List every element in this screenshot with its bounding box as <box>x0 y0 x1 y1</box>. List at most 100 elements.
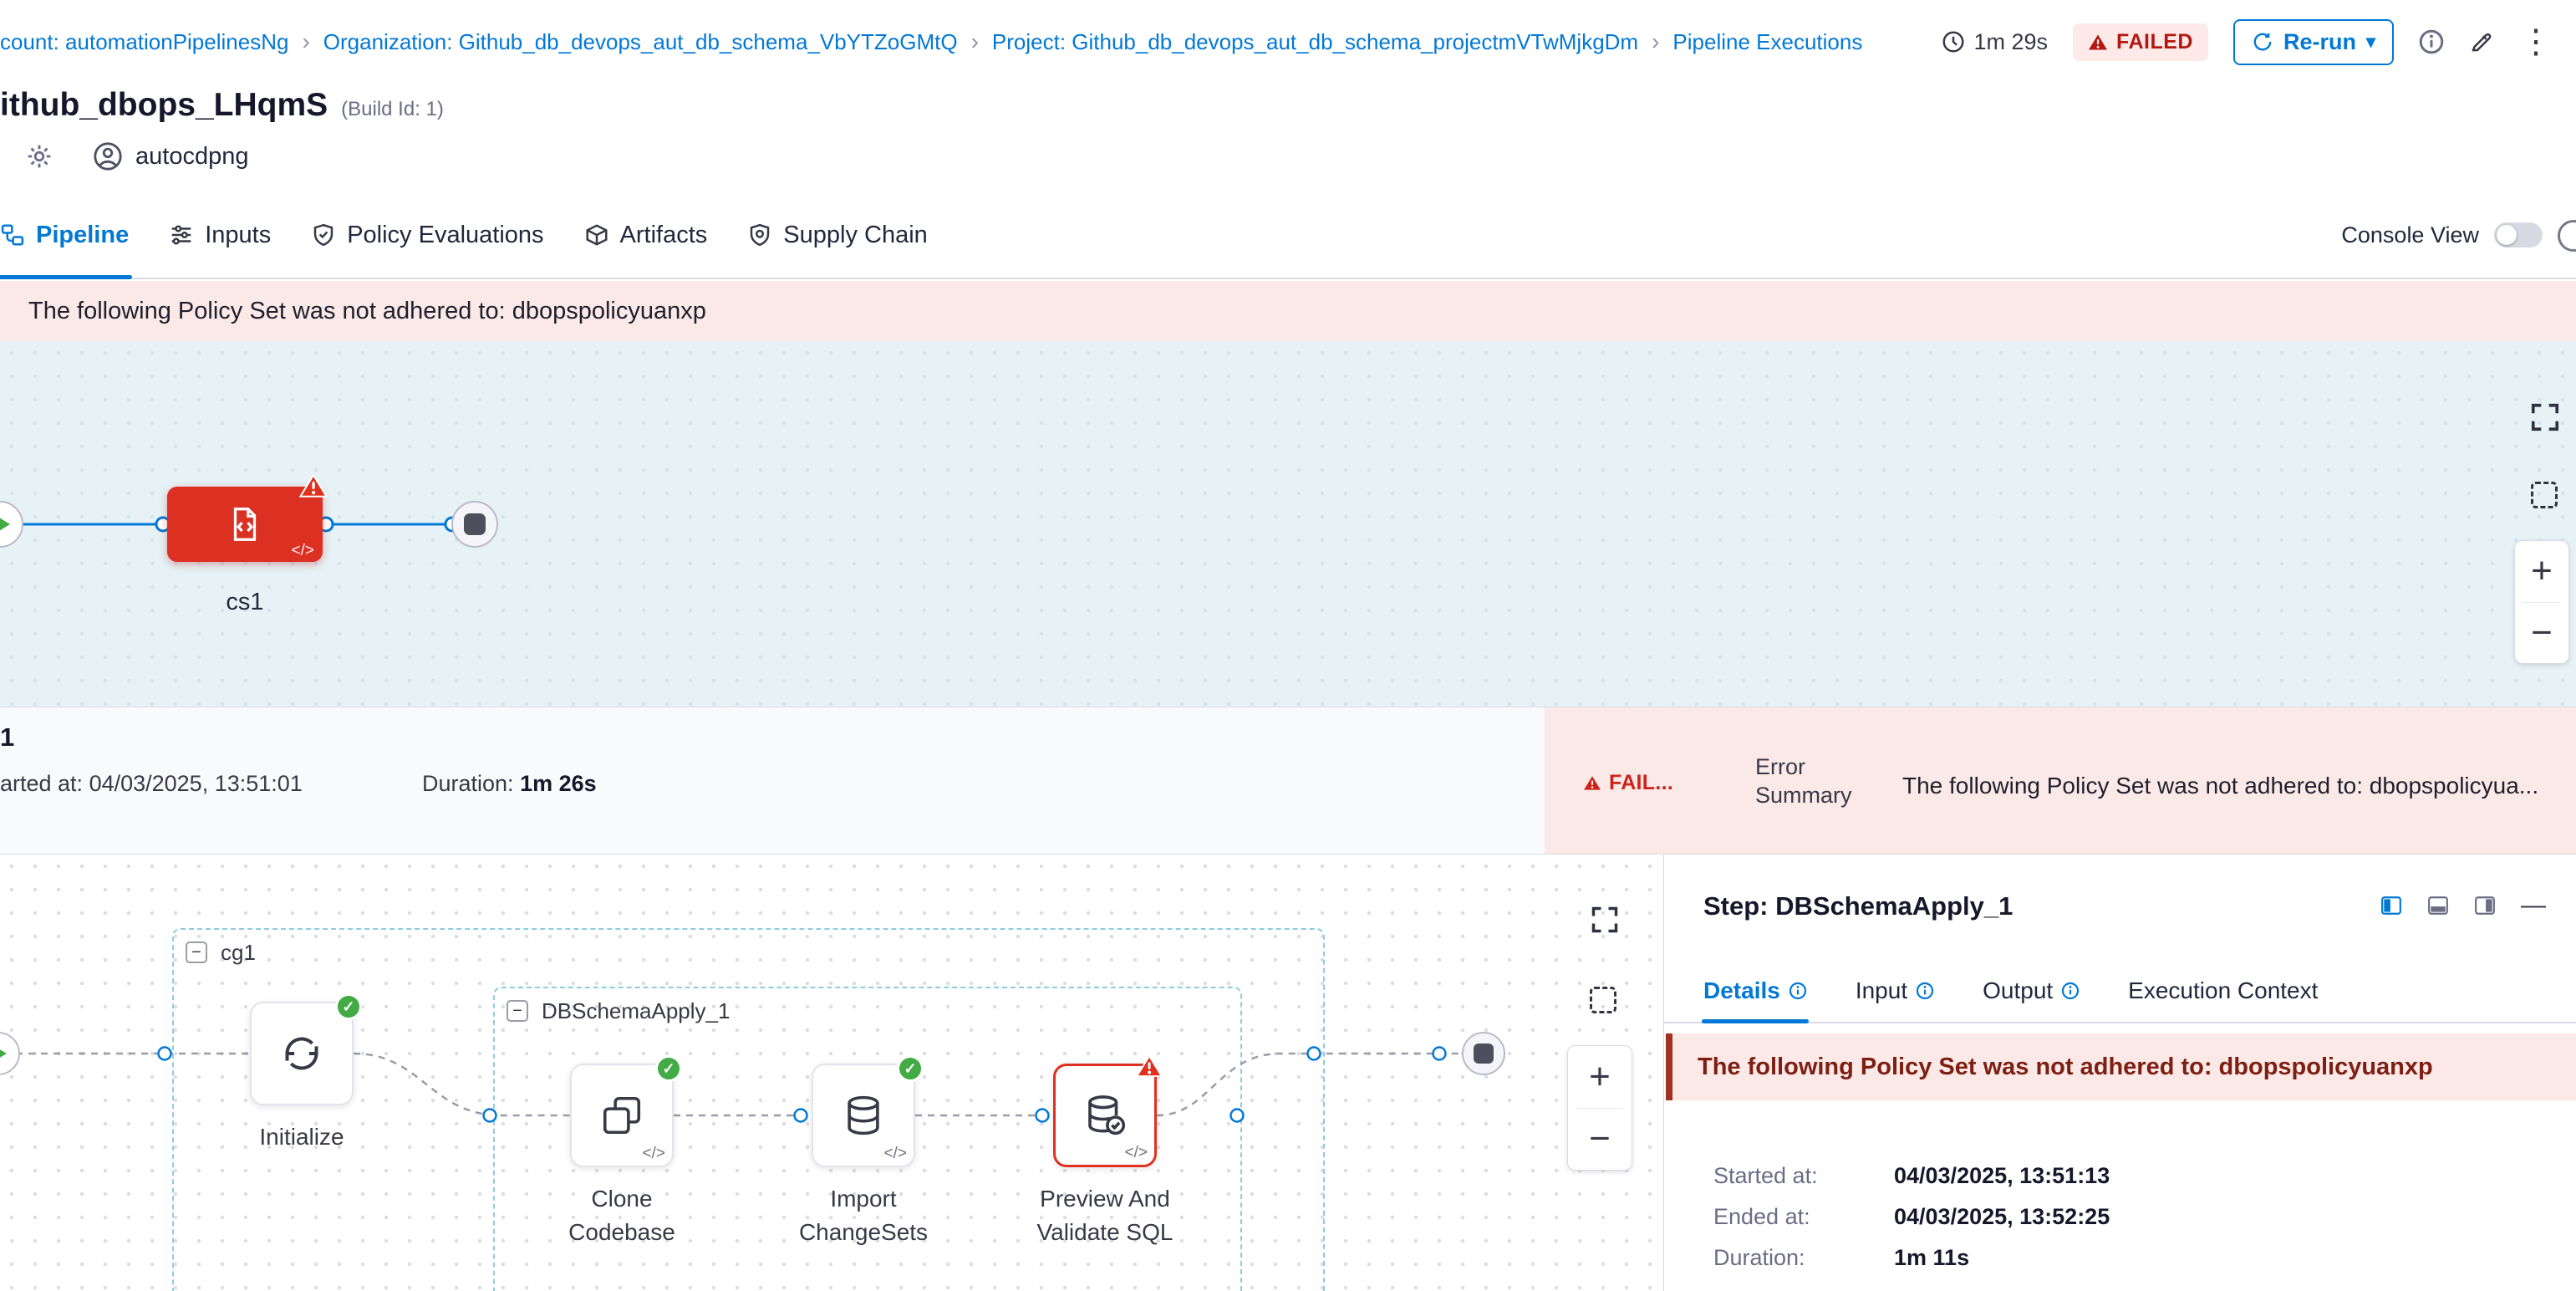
tab-supply-chain-label: Supply Chain <box>783 222 928 249</box>
zoom-out-button[interactable]: − <box>1568 1109 1632 1171</box>
step-node-initialize[interactable]: ✓ <box>250 1002 354 1105</box>
panel-layout-controls: — <box>2380 893 2546 918</box>
layout-bottom-pane-icon[interactable] <box>2427 895 2449 916</box>
settings-circle-icon[interactable] <box>2558 220 2576 252</box>
layout-right-pane-icon[interactable] <box>2474 895 2496 916</box>
chevron-right-icon: › <box>302 30 309 54</box>
tab-artifacts[interactable]: Artifacts <box>584 192 708 278</box>
fullscreen-icon[interactable] <box>2529 401 2561 433</box>
stage-execution-graph: − cg1 − DBSchemaApply_1 <box>0 855 1664 1291</box>
stop-icon <box>1474 1044 1494 1064</box>
layout-left-pane-icon[interactable] <box>2380 895 2402 916</box>
code-icon: </> <box>643 1145 665 1163</box>
elapsed-time: 1m 29s <box>1941 29 2049 55</box>
pipeline-execution-page: count: automationPipelinesNg › Organizat… <box>0 0 2576 1291</box>
stage-error-summary: FAIL... Error Summary The following Poli… <box>1545 707 2576 854</box>
info-icon[interactable] <box>2419 29 2444 54</box>
top-bar: count: automationPipelinesNg › Organizat… <box>0 0 2576 84</box>
field-value: 04/03/2025, 13:52:25 <box>1894 1203 2110 1231</box>
rerun-button[interactable]: Re-run ▾ <box>2233 19 2394 65</box>
stage-duration-label: Duration: <box>422 771 514 796</box>
status-badge: FAILED <box>2073 23 2208 61</box>
stop-icon <box>464 513 486 535</box>
minimize-panel-icon[interactable]: — <box>2521 893 2546 918</box>
page-title: ithub_dbops_LHqmS <box>0 87 328 124</box>
fullscreen-icon[interactable] <box>1590 905 1620 935</box>
zoom-out-button[interactable]: − <box>2515 603 2568 664</box>
user-avatar-icon <box>92 140 124 172</box>
step-node-clone-codebase[interactable]: </> ✓ <box>570 1064 674 1167</box>
tab-pipeline[interactable]: Pipeline <box>0 192 129 278</box>
zoom-controls: + − <box>1567 1045 1632 1171</box>
build-id: (Build Id: 1) <box>341 98 444 121</box>
tab-output[interactable]: Output <box>1983 960 2080 1022</box>
marquee-select-icon[interactable] <box>1590 987 1616 1013</box>
code-icon: </> <box>292 542 314 560</box>
info-icon <box>1789 982 1807 1000</box>
step-label-import-changesets: Import ChangeSets <box>788 1182 939 1249</box>
kebab-menu-icon[interactable]: ⋮ <box>2519 25 2553 59</box>
breadcrumb: count: automationPipelinesNg › Organizat… <box>0 29 1862 55</box>
breadcrumb-account[interactable]: count: automationPipelinesNg <box>0 29 288 55</box>
database-check-icon <box>1082 1093 1128 1138</box>
execution-tabs: Pipeline Inputs Policy Evaluations Arti <box>0 192 2576 279</box>
step-panel-tabs: Details Input Output <box>1664 960 2576 1023</box>
clone-icon <box>599 1093 644 1138</box>
tab-input[interactable]: Input <box>1856 960 1934 1022</box>
pipeline-graph-edges <box>0 341 2576 707</box>
status-badge-label: FAILED <box>2116 30 2193 54</box>
console-view-toggle[interactable] <box>2494 222 2543 247</box>
edit-pencil-icon[interactable] <box>2469 29 2494 54</box>
stage-name: 1 <box>0 722 14 753</box>
policy-violation-banner-text: The following Policy Set was not adhered… <box>28 298 706 325</box>
marquee-select-icon[interactable] <box>2531 482 2558 508</box>
step-node-preview-validate-sql[interactable]: </> <box>1053 1064 1157 1167</box>
console-view-label: Console View <box>2341 222 2479 248</box>
tab-details-label: Details <box>1703 977 1780 1004</box>
tab-policy-evaluations[interactable]: Policy Evaluations <box>311 192 543 278</box>
sliders-icon <box>169 222 194 247</box>
breadcrumb-project[interactable]: Project: Github_db_devops_aut_db_schema_… <box>992 29 1638 55</box>
elapsed-time-value: 1m 29s <box>1974 29 2049 55</box>
shield-icon <box>747 222 772 247</box>
play-icon <box>0 515 10 533</box>
refresh-icon <box>2252 31 2273 53</box>
field-value: 04/03/2025, 13:51:13 <box>1894 1162 2110 1190</box>
error-warning-icon <box>299 473 328 498</box>
stage-end-node[interactable] <box>1462 1032 1505 1075</box>
field-row-ended-at: Ended at: 04/03/2025, 13:52:25 <box>1713 1203 2543 1231</box>
console-view-control: Console View <box>2341 192 2543 278</box>
page-header: ithub_dbops_LHqmS (Build Id: 1) <box>0 87 444 124</box>
stage-node-label: cs1 <box>167 589 323 616</box>
breadcrumb-organization[interactable]: Organization: Github_db_devops_aut_db_sc… <box>323 29 958 55</box>
field-row-started-at: Started at: 04/03/2025, 13:51:13 <box>1713 1162 2543 1190</box>
step-details-panel: Step: DBSchemaApply_1 — D <box>1664 855 2576 1291</box>
code-file-icon <box>226 505 264 543</box>
tab-supply-chain[interactable]: Supply Chain <box>747 192 928 278</box>
zoom-in-button[interactable]: + <box>1568 1046 1632 1108</box>
tab-details[interactable]: Details <box>1703 960 1807 1022</box>
breadcrumb-pipeline-executions[interactable]: Pipeline Executions <box>1672 29 1862 55</box>
tab-execution-context[interactable]: Execution Context <box>2128 960 2318 1022</box>
pipeline-end-node[interactable] <box>451 501 498 548</box>
zoom-in-button[interactable]: + <box>2515 541 2568 602</box>
topbar-actions: 1m 29s FAILED Re-run ▾ <box>1941 0 2553 84</box>
step-error-text: The following Policy Set was not adhered… <box>1698 1054 2433 1081</box>
chevron-right-icon: › <box>971 30 979 54</box>
step-label-clone-codebase: Clone Codebase <box>547 1182 697 1249</box>
error-warning-icon <box>1136 1054 1163 1078</box>
step-node-import-changesets[interactable]: </> ✓ <box>812 1064 915 1167</box>
step-error-banner: The following Policy Set was not adhered… <box>1666 1033 2576 1100</box>
pipeline-icon <box>0 222 25 247</box>
rerun-button-label: Re-run <box>2283 29 2356 55</box>
chevron-right-icon: › <box>1652 30 1659 54</box>
tab-inputs[interactable]: Inputs <box>169 192 271 278</box>
bottom-split: − cg1 − DBSchemaApply_1 <box>0 855 2576 1291</box>
success-check-icon: ✓ <box>335 993 362 1020</box>
chevron-down-icon: ▾ <box>2366 33 2375 51</box>
field-label: Ended at: <box>1713 1203 1894 1231</box>
shield-check-icon <box>311 222 336 247</box>
stage-node-cs1[interactable]: </> <box>167 487 323 562</box>
gear-icon[interactable] <box>25 142 53 171</box>
info-icon <box>1916 982 1934 1000</box>
